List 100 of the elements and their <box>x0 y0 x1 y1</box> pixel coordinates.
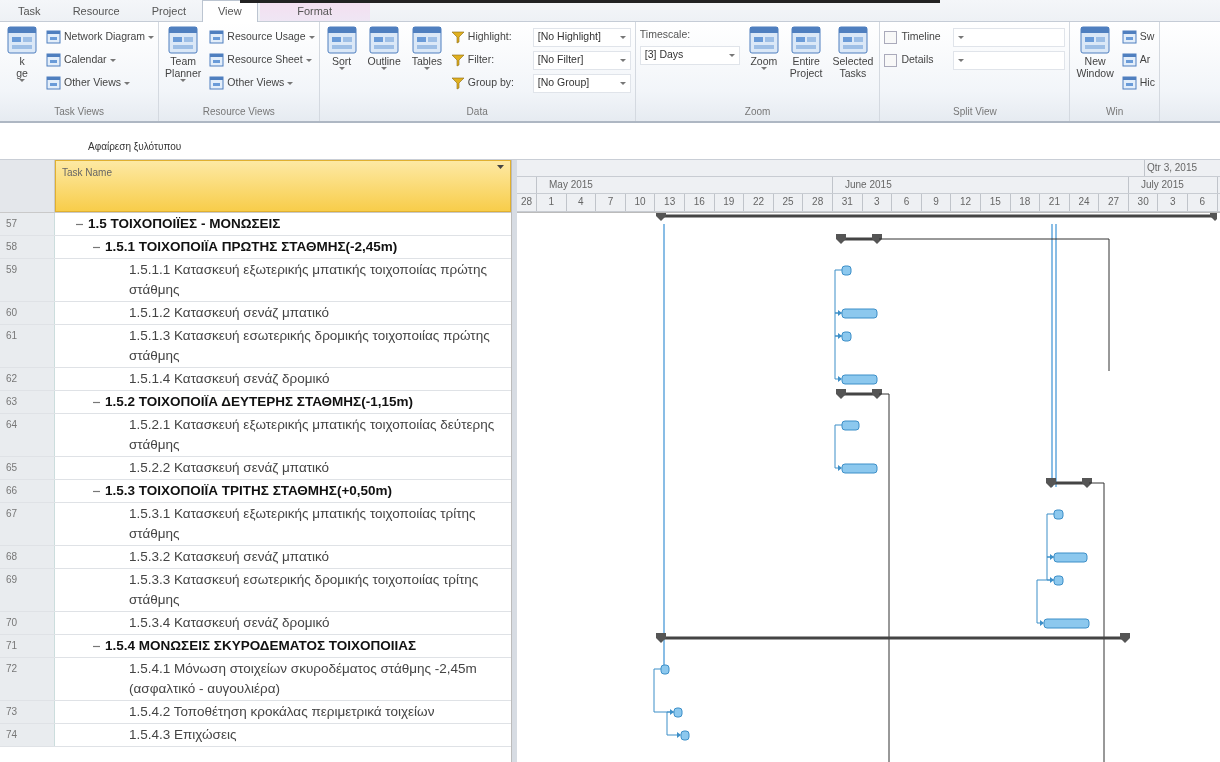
timescale-label: 3 <box>862 194 893 211</box>
ribbon-button[interactable]: Tables <box>408 25 445 105</box>
row-number: 57 <box>0 213 55 235</box>
caret-icon <box>619 81 626 85</box>
ribbon-button[interactable]: Resource Sheet <box>209 50 315 70</box>
task-name: 1.5.1.1 Κατασκευή εξωτερικής μπατικής τοιχοποιίας πρώτης στάθμης <box>129 261 488 299</box>
ribbon-button[interactable]: Other Views <box>46 73 155 93</box>
task-name: 1.5.1.2 Κατασκευή σενάζ μπατικό <box>129 304 330 322</box>
timescale-label: Qtr 3, 2015 <box>1145 160 1220 176</box>
timescale-label: 6 <box>1188 194 1218 211</box>
row-number: 59 <box>0 259 55 301</box>
timescale-label: 13 <box>655 194 685 211</box>
timescale-label: 28 <box>803 194 833 211</box>
window-icon <box>209 76 225 90</box>
window-icon <box>790 25 823 55</box>
filter-icon <box>450 76 465 90</box>
task-name: 1.5.4.3 Επιχώσεις <box>129 726 237 744</box>
ribbon-button[interactable]: Selected Tasks <box>830 25 876 105</box>
ribbon-button[interactable]: Other Views <box>209 73 315 93</box>
timescale-label: 31 <box>832 194 863 211</box>
task-name: 1.5 ΤΟΙΧΟΠΟΙΪΕΣ - ΜΟΝΩΣΕΙΣ <box>88 215 281 233</box>
row-number: 74 <box>0 724 55 746</box>
task-bar <box>1053 575 1064 586</box>
window-icon <box>46 30 61 44</box>
ribbon-tab[interactable]: View <box>201 0 258 22</box>
dropdown-field[interactable]: [No Group] <box>532 73 631 93</box>
task-bar <box>660 664 670 675</box>
ribbon-button[interactable]: Team Planner <box>163 25 204 105</box>
group-label: Zoom <box>743 105 772 119</box>
group-label: Resource Views <box>201 105 276 119</box>
window-icon <box>209 30 225 44</box>
caret-icon <box>619 35 626 39</box>
ribbon-button[interactable]: Outline <box>365 25 403 105</box>
ribbon-tab[interactable]: Resource <box>56 0 136 21</box>
window-icon <box>6 25 38 55</box>
task-name: 1.5.3 ΤΟΙΧΟΠΟΙΪΑ ΤΡΙΤΗΣ ΣΤΑΘΜΗΣ(+0,50m) <box>105 482 393 500</box>
task-name: 1.5.2.2 Κατασκευή σενάζ μπατικό <box>129 459 330 477</box>
task-name: 1.5.3.2 Κατασκευή σενάζ μπατικό <box>129 548 330 566</box>
filter-icon <box>450 53 465 67</box>
timescale-dropdown[interactable]: [3] Days <box>639 45 740 65</box>
window-icon <box>46 76 61 90</box>
ribbon-button[interactable]: Resource Usage <box>209 27 315 47</box>
row-number: 69 <box>0 569 55 611</box>
row-number: 63 <box>0 391 55 413</box>
ribbon-button[interactable]: Sort <box>323 25 360 105</box>
window-icon <box>209 53 225 67</box>
row-number: 65 <box>0 457 55 479</box>
dropdown-field[interactable] <box>953 27 1066 47</box>
filter-label: Filter: <box>450 50 529 70</box>
timescale-label: 30 <box>1128 194 1159 211</box>
task-name: 1.5.4 ΜΟΝΩΣΕΙΣ ΣΚΥΡΟΔΕΜΑΤΟΣ ΤΟΙΧΟΠΟΙΙΑΣ <box>105 637 417 655</box>
ribbon-tab[interactable]: Task <box>2 0 57 21</box>
checkbox[interactable] <box>884 53 898 67</box>
ribbon-button[interactable]: Entire Project <box>787 25 825 105</box>
ribbon-button[interactable]: Zoom <box>745 25 782 105</box>
row-number: 66 <box>0 480 55 502</box>
ribbon-button[interactable]: Hic <box>1121 73 1155 93</box>
timescale-label: 22 <box>744 194 774 211</box>
ribbon-tab[interactable]: Project <box>135 0 202 21</box>
link-line <box>834 424 843 471</box>
caret-icon <box>619 58 626 62</box>
task-name: 1.5.2.1 Κατασκευή εξωτερικής μπατικής τοιχοποιίας δεύτερης στάθμης <box>129 416 496 454</box>
group-label: Split View <box>952 105 998 119</box>
caret-icon <box>497 165 504 169</box>
task-name: 1.5.2 ΤΟΙΧΟΠΟΙΪΑ ΔΕΥΤΕΡΗΣ ΣΤΑΘΜΗΣ(-1,15m) <box>105 393 413 411</box>
window-icon <box>410 25 443 55</box>
task-name: 1.5.4.1 Μόνωση στοιχείων σκυροδέματος στάθμης -2,45m (ασφαλτικό - αυγουλιέρα) <box>129 660 478 698</box>
ribbon-button[interactable]: k ge <box>4 25 40 105</box>
window-icon <box>167 25 200 55</box>
ribbon-button[interactable]: Sw <box>1121 27 1155 47</box>
task-name: 1.5.1 ΤΟΙΧΟΠΟΙΪΑ ΠΡΩΤΗΣ ΣΤΑΘΜΗΣ(-2,45m) <box>105 238 398 256</box>
task-bar <box>1053 509 1064 520</box>
window-icon <box>747 25 780 55</box>
row-number: 68 <box>0 546 55 568</box>
ribbon-button[interactable]: Ar <box>1121 50 1155 70</box>
task-bar <box>841 265 852 276</box>
row-number: 70 <box>0 612 55 634</box>
row-number: 64 <box>0 414 55 456</box>
task-bar <box>1043 618 1090 629</box>
group-label: Task Views <box>53 105 105 119</box>
dropdown-field[interactable]: [No Filter] <box>532 50 631 70</box>
row-number: 60 <box>0 302 55 324</box>
timescale-label: July 2015 <box>1129 177 1218 193</box>
ribbon-button[interactable]: Network Diagram <box>46 27 155 47</box>
window-icon <box>46 53 61 67</box>
filter-icon <box>450 30 465 44</box>
timescale-label: 19 <box>714 194 745 211</box>
ribbon-button[interactable]: New Window <box>1074 25 1116 105</box>
dropdown-field[interactable] <box>953 50 1066 70</box>
task-bar <box>841 331 852 342</box>
checkbox[interactable] <box>884 30 898 44</box>
dropdown-field[interactable]: [No Highlight] <box>532 27 631 47</box>
timescale-label: 21 <box>1040 194 1070 211</box>
timescale-label: 16 <box>684 194 715 211</box>
timescale-label: 28 <box>517 194 537 211</box>
caret-icon <box>728 53 735 57</box>
column-header[interactable]: Task Name <box>55 160 511 212</box>
row-number: 73 <box>0 701 55 723</box>
ribbon-button[interactable]: Calendar <box>46 50 155 70</box>
timescale-label: 27 <box>1099 194 1129 211</box>
